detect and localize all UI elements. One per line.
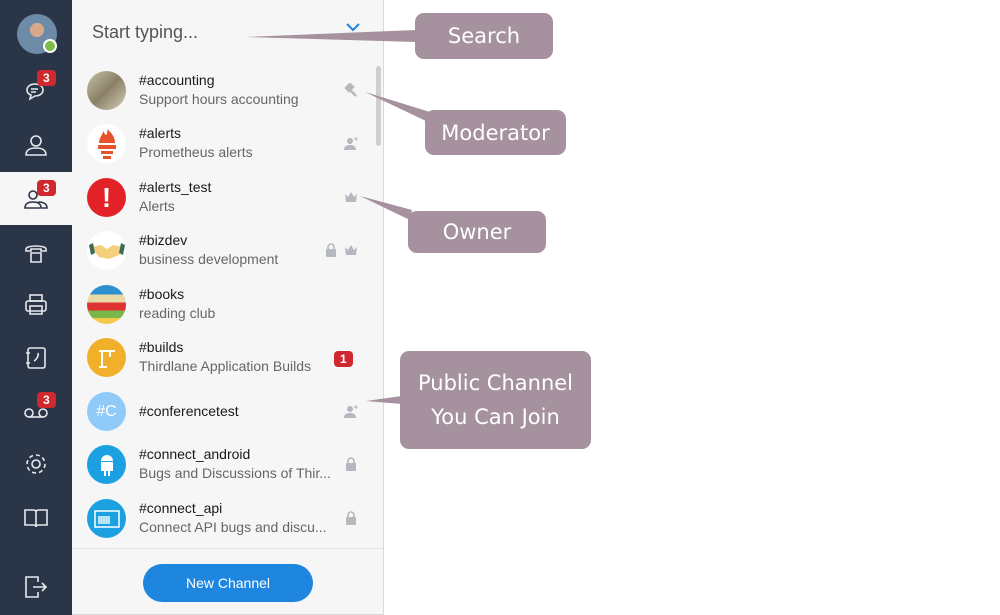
channel-avatar: ! [87,178,126,217]
lock-icon [346,457,356,471]
channel-name: #alerts_test [139,179,212,195]
phone-icon [25,244,47,263]
channel-description: Alerts [139,198,175,214]
lock-icon [346,511,356,525]
sidebar-item-help[interactable] [0,491,72,544]
channel-name: #conferencetest [139,403,239,419]
channel-description: business development [139,251,279,267]
search-input[interactable] [92,22,332,43]
unread-badge: 3 [37,180,56,196]
channel-row[interactable]: #bizdev business development [72,224,372,277]
channel-avatar [87,285,126,324]
channel-description: Thirdlane Application Builds [139,358,311,374]
chevron-down-icon[interactable] [346,22,360,32]
sidebar-item-phone[interactable] [0,225,72,278]
channel-avatar [87,124,126,163]
gear-icon [26,453,46,474]
channel-panel: #accounting Support hours accounting #al… [72,0,384,615]
channel-avatar [87,71,126,110]
user-icon [25,134,47,156]
channel-description: Prometheus alerts [139,144,253,160]
channel-avatar [87,338,126,377]
sidebar-item-logout[interactable] [0,560,72,613]
channel-row[interactable]: #C #conferencetest [72,385,372,438]
sidebar-item-contacts[interactable] [0,118,72,171]
logout-icon [25,575,48,598]
sidebar-item-address-book[interactable] [0,331,72,384]
channel-avatar [87,445,126,484]
callout-line: Public Channel [417,371,574,395]
channel-avatar: #C [87,392,126,431]
channel-row[interactable]: #connect_api Connect API bugs and discu.… [72,492,372,545]
channel-description: Connect API bugs and discu... [139,519,327,535]
online-status-dot [43,39,57,53]
callout-search: Search [415,13,553,59]
owner-crown-icon [345,192,357,202]
channel-avatar [87,499,126,538]
channel-name: #connect_android [139,446,251,462]
sidebar-item-settings[interactable] [0,437,72,490]
unread-badge: 3 [37,392,56,408]
channel-name: #bizdev [139,232,188,248]
unread-badge: 1 [334,351,353,367]
join-user-plus-icon[interactable] [344,136,358,150]
callout-public-channel: Public Channel You Can Join [400,351,591,449]
channel-avatar [87,231,126,270]
callout-moderator: Moderator [425,110,566,155]
channel-description: Bugs and Discussions of Thir... [139,465,331,481]
scrollbar[interactable] [376,66,381,146]
channel-row[interactable]: #builds Thirdlane Application Builds 1 [72,331,372,384]
callout-line: You Can Join [431,405,560,429]
sidebar: 3 3 3 [0,0,72,615]
channel-name: #accounting [139,72,215,88]
panel-footer: New Channel [72,548,383,615]
channel-row[interactable]: #connect_android Bugs and Discussions of… [72,438,372,491]
book-icon [24,508,48,527]
address-book-icon [26,346,46,369]
lock-icon [326,243,336,257]
channel-description: Support hours accounting [139,91,299,107]
callout-owner: Owner [408,211,546,253]
channel-name: #connect_api [139,500,223,516]
moderator-gavel-icon [344,83,357,97]
owner-crown-icon [345,245,357,255]
channel-row[interactable]: #books reading club [72,278,372,331]
printer-icon [25,293,47,315]
sidebar-item-chats[interactable]: 3 [0,62,72,115]
sidebar-item-fax[interactable] [0,278,72,331]
channel-name: #builds [139,339,184,355]
unread-badge: 3 [37,70,56,86]
channel-row[interactable]: ! #alerts_test Alerts [72,171,372,224]
channel-name: #alerts [139,125,182,141]
channel-description: reading club [139,305,216,321]
sidebar-item-channels[interactable]: 3 [0,172,72,225]
new-channel-button[interactable]: New Channel [143,564,313,602]
join-user-plus-icon[interactable] [344,404,358,418]
sidebar-item-voicemail[interactable]: 3 [0,384,72,437]
channel-row[interactable]: #alerts Prometheus alerts [72,117,372,170]
channel-row[interactable]: #accounting Support hours accounting [72,64,372,117]
channel-name: #books [139,286,185,302]
